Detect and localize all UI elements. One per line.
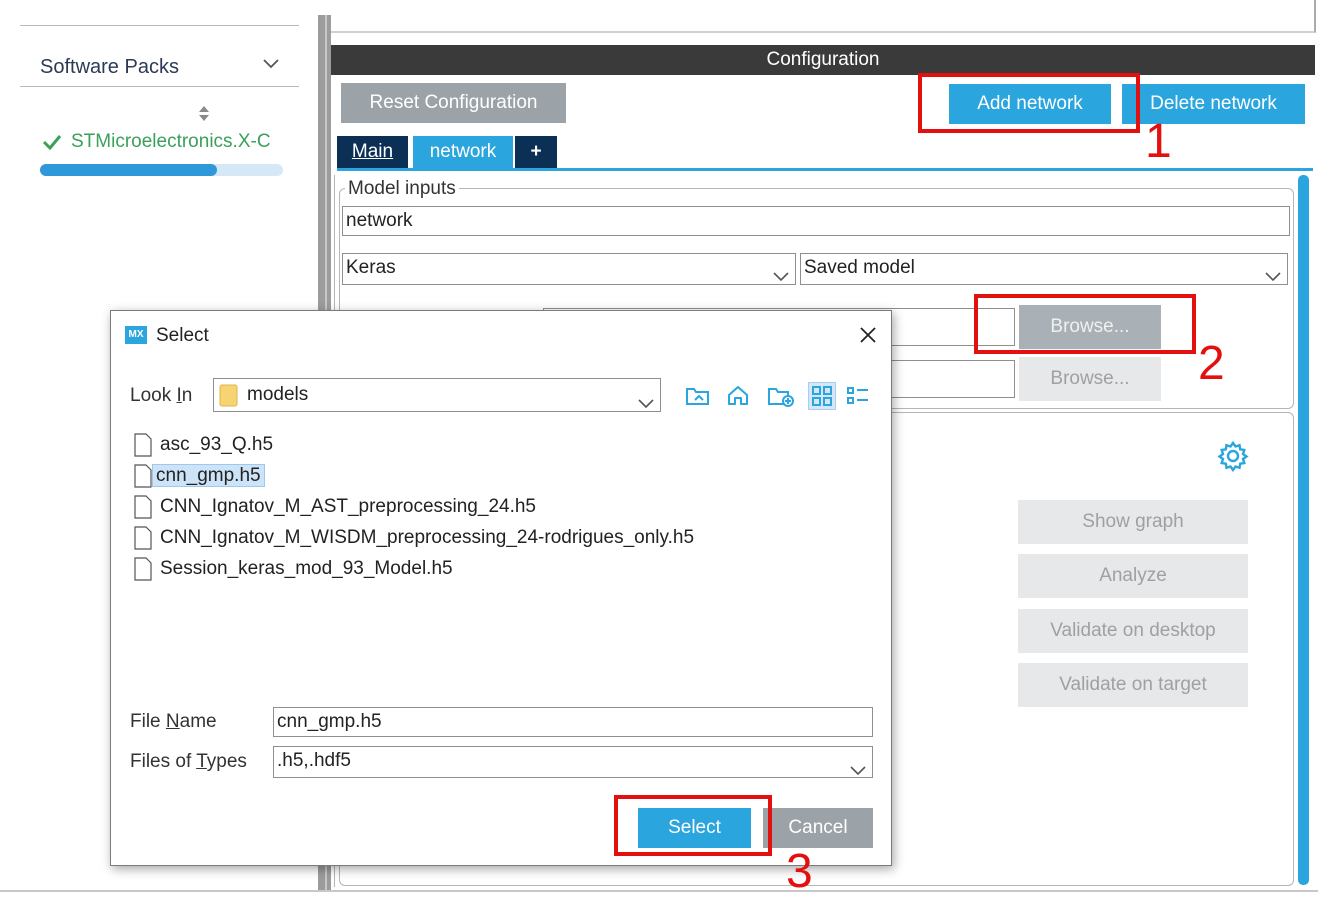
annotation-number-3: 3 — [786, 845, 813, 898]
reset-configuration-button[interactable]: Reset Configuration — [341, 83, 566, 123]
file-icon — [134, 526, 152, 550]
files-of-types-label-post: ypes — [206, 751, 247, 772]
new-folder-icon[interactable] — [767, 384, 795, 408]
file-icon — [134, 495, 152, 519]
files-of-types-label-pre: Files of — [130, 751, 197, 772]
file-name-label-mnemonic: N — [165, 711, 180, 732]
gear-icon[interactable] — [1217, 440, 1249, 477]
file-list[interactable]: asc_93_Q.h5 cnn_gmp.h5 CNN_Ignatov_M_AST… — [130, 430, 870, 690]
chevron-down-icon — [638, 390, 654, 418]
chevron-down-icon — [1265, 263, 1281, 291]
file-name-input[interactable]: cnn_gmp.h5 — [273, 707, 873, 737]
validate-on-target-button[interactable]: Validate on target — [1018, 663, 1248, 707]
files-of-types-label: Files of Types — [130, 751, 247, 773]
grid-view-icon[interactable] — [808, 382, 836, 410]
annotation-box-add-network — [918, 73, 1140, 133]
scrollbar-thumb[interactable] — [1298, 175, 1309, 885]
model-inputs-legend: Model inputs — [345, 178, 459, 200]
details-view-icon[interactable] — [846, 385, 870, 407]
software-packs-title[interactable]: Software Packs — [40, 56, 179, 79]
list-item[interactable]: Session_keras_mod_93_Model.h5 — [134, 554, 453, 584]
files-of-types-select[interactable]: .h5,.hdf5 — [273, 746, 873, 778]
list-item[interactable]: CNN_Ignatov_M_WISDM_preprocessing_24-rod… — [134, 523, 694, 553]
annotation-box-select — [614, 795, 772, 856]
annotation-number-2: 2 — [1198, 337, 1225, 390]
cancel-button[interactable]: Cancel — [763, 808, 873, 848]
validate-on-desktop-button[interactable]: Validate on desktop — [1018, 609, 1248, 653]
bottom-border — [0, 890, 1318, 892]
dialog-title: Select — [156, 325, 209, 346]
look-in-label-post: n — [181, 385, 193, 406]
mx-logo-icon: MX — [125, 326, 147, 344]
folder-icon — [219, 383, 239, 416]
close-icon[interactable] — [858, 325, 878, 350]
file-icon — [134, 557, 152, 581]
tab-underline — [337, 168, 1313, 171]
tab-main-label: Main — [351, 141, 394, 162]
file-name: asc_93_Q.h5 — [160, 434, 274, 455]
home-icon[interactable] — [726, 384, 750, 406]
model-type-select[interactable]: Saved model — [800, 253, 1288, 285]
look-in-select[interactable]: models — [213, 378, 661, 412]
network-name-input[interactable]: network — [342, 206, 1290, 236]
configuration-header: Configuration — [331, 45, 1315, 75]
model-type-select-value: Saved model — [804, 257, 915, 278]
software-pack-item[interactable]: STMicroelectronics.X-C — [71, 131, 282, 153]
tab-main[interactable]: Main — [337, 136, 408, 168]
sidebar-top-divider — [20, 25, 299, 26]
look-in-value: models — [247, 384, 309, 405]
look-in-label-pre: Look — [130, 385, 177, 406]
analyze-button[interactable]: Analyze — [1018, 554, 1248, 598]
chevron-down-icon[interactable] — [262, 58, 280, 70]
files-of-types-label-mnemonic: T — [196, 751, 207, 772]
annotation-number-1: 1 — [1145, 115, 1172, 168]
pack-progress-bar — [40, 164, 283, 176]
tab-network[interactable]: network — [413, 136, 513, 168]
checkmark-icon — [42, 134, 62, 155]
pack-progress-fill — [40, 164, 218, 176]
sort-icon[interactable] — [197, 104, 211, 122]
file-icon — [134, 464, 152, 488]
file-name: CNN_Ignatov_M_WISDM_preprocessing_24-rod… — [160, 527, 695, 548]
list-item[interactable]: asc_93_Q.h5 — [134, 430, 273, 460]
select-file-dialog: MX Select Look In models asc_93_Q.h5 cnn… — [110, 310, 892, 866]
file-name-label-post: ame — [179, 711, 217, 732]
sidebar-section-divider — [20, 86, 299, 87]
chevron-down-icon — [773, 263, 789, 291]
file-icon — [134, 433, 152, 457]
file-name: Session_keras_mod_93_Model.h5 — [160, 558, 453, 579]
tab-add[interactable]: + — [515, 136, 557, 168]
list-item-selected[interactable]: cnn_gmp.h5 — [134, 461, 265, 491]
top-strip — [331, 0, 1316, 33]
framework-select[interactable]: Keras — [342, 253, 796, 285]
chevron-down-icon — [850, 757, 866, 785]
files-of-types-value: .h5,.hdf5 — [277, 750, 351, 771]
show-graph-button[interactable]: Show graph — [1018, 500, 1248, 544]
file-name-label-pre: File — [130, 711, 166, 732]
framework-select-value: Keras — [346, 257, 396, 278]
file-name-label: File Name — [130, 711, 217, 733]
annotation-box-browse — [974, 294, 1196, 354]
look-in-label: Look In — [130, 385, 192, 407]
up-folder-icon[interactable] — [685, 384, 711, 406]
browse-secondary-button[interactable]: Browse... — [1019, 357, 1161, 401]
file-name: cnn_gmp.h5 — [152, 464, 265, 487]
file-name: CNN_Ignatov_M_AST_preprocessing_24.h5 — [160, 496, 536, 517]
list-item[interactable]: CNN_Ignatov_M_AST_preprocessing_24.h5 — [134, 492, 536, 522]
vertical-scrollbar[interactable] — [1296, 172, 1312, 888]
